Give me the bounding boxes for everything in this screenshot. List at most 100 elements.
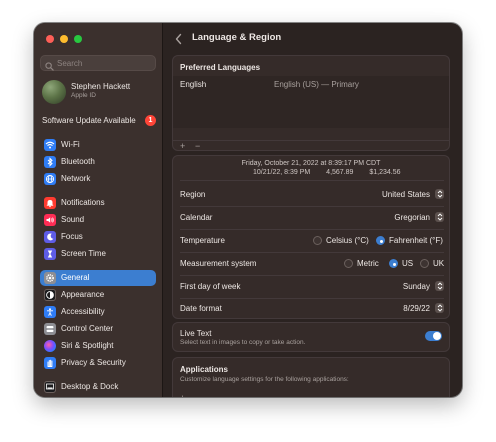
accessibility-icon	[44, 306, 56, 318]
sidebar-item-label: Sound	[61, 215, 85, 224]
celsius-option[interactable]: Celsius (°C)	[313, 235, 369, 246]
sidebar-item-label: Focus	[61, 232, 83, 241]
fahrenheit-label: Fahrenheit (°F)	[389, 236, 443, 245]
applications-heading: Applications	[180, 365, 229, 374]
apple-id-profile[interactable]: Stephen Hackett Apple ID	[42, 80, 158, 104]
first-day-popup-chevron-icon[interactable]	[435, 281, 444, 291]
language-list: English English (US) — Primary	[173, 76, 449, 128]
hourglass-icon	[44, 248, 56, 260]
remove-application-button[interactable]: −	[195, 393, 200, 397]
minimize-button[interactable]	[60, 35, 68, 43]
uk-option[interactable]: UK	[420, 258, 444, 269]
first-day-row[interactable]: First day of week Sunday	[180, 276, 444, 298]
calendar-label: Calendar	[180, 213, 213, 222]
format-preview-number: 4,567.89	[326, 169, 354, 176]
calendar-popup-chevron-icon[interactable]	[435, 212, 444, 222]
zoom-button[interactable]	[74, 35, 82, 43]
search-input[interactable]	[57, 56, 153, 70]
fahrenheit-radio[interactable]	[376, 236, 385, 245]
live-text-toggle[interactable]	[425, 331, 442, 341]
window-controls	[46, 35, 82, 43]
sidebar-item-wifi[interactable]: Wi-Fi	[40, 137, 156, 153]
sidebar-item-desktop-dock[interactable]: Desktop & Dock	[40, 379, 156, 395]
sidebar-item-appearance[interactable]: Appearance	[40, 287, 156, 303]
uk-radio[interactable]	[420, 259, 429, 268]
sidebar-item-screen-time[interactable]: Screen Time	[40, 246, 156, 262]
region-settings-group: Friday, October 21, 2022 at 8:39:17 PM C…	[172, 155, 450, 319]
bluetooth-icon	[44, 156, 56, 168]
date-format-row[interactable]: Date format 8/29/22	[180, 298, 444, 320]
sidebar-item-label: Desktop & Dock	[61, 382, 119, 391]
back-chevron-icon[interactable]	[174, 32, 184, 45]
sidebar-item-label: Siri & Spotlight	[61, 341, 114, 350]
sidebar-item-label: Accessibility	[61, 307, 105, 316]
close-button[interactable]	[46, 35, 54, 43]
control-center-icon	[44, 323, 56, 335]
language-name: English	[180, 80, 207, 89]
sidebar-item-notifications[interactable]: Notifications	[40, 195, 156, 211]
date-format-popup-chevron-icon[interactable]	[435, 303, 444, 313]
calendar-value: Gregorian	[394, 213, 430, 222]
sidebar-item-sound[interactable]: Sound	[40, 212, 156, 228]
sidebar-item-control-center[interactable]: Control Center	[40, 321, 156, 337]
add-language-button[interactable]: +	[180, 141, 185, 151]
sidebar-item-bluetooth[interactable]: Bluetooth	[40, 154, 156, 170]
region-popup-chevron-icon[interactable]	[435, 189, 444, 199]
bell-icon	[44, 197, 56, 209]
remove-language-button[interactable]: −	[195, 141, 200, 151]
celsius-label: Celsius (°C)	[326, 236, 369, 245]
speaker-icon	[44, 214, 56, 226]
region-row[interactable]: Region United States	[180, 184, 444, 206]
applications-description: Customize language settings for the foll…	[180, 376, 349, 383]
toggle-knob	[433, 332, 441, 340]
preferred-languages-heading: Preferred Languages	[180, 63, 261, 72]
applications-group: Applications Customize language settings…	[172, 357, 450, 397]
us-option[interactable]: US	[389, 258, 413, 269]
measurement-row: Measurement system Metric US UK	[180, 253, 444, 275]
region-value: United States	[381, 190, 430, 199]
region-label: Region	[180, 190, 206, 199]
us-radio[interactable]	[389, 259, 398, 268]
metric-option[interactable]: Metric	[344, 258, 379, 269]
sidebar: Stephen Hackett Apple ID Software Update…	[34, 23, 163, 397]
sidebar-item-accessibility[interactable]: Accessibility	[40, 304, 156, 320]
metric-radio[interactable]	[344, 259, 353, 268]
format-preview-values: 10/21/22, 8:39 PM 4,567.89 $1,234.56	[253, 169, 433, 176]
moon-icon	[44, 231, 56, 243]
software-update-item[interactable]: Software Update Available 1	[42, 115, 156, 127]
fahrenheit-option[interactable]: Fahrenheit (°F)	[376, 235, 443, 246]
language-row[interactable]: English English (US) — Primary	[180, 80, 444, 92]
gear-icon	[44, 272, 56, 284]
search-icon	[45, 58, 54, 76]
siri-icon	[44, 340, 56, 352]
sidebar-item-label: Screen Time	[61, 249, 106, 258]
sidebar-item-general[interactable]: General	[40, 270, 156, 286]
live-text-description: Select text in images to copy or take ac…	[180, 339, 306, 346]
software-update-label: Software Update Available	[42, 116, 136, 125]
search-field[interactable]	[40, 55, 156, 71]
calendar-row[interactable]: Calendar Gregorian	[180, 207, 444, 229]
add-application-button[interactable]: +	[180, 393, 185, 397]
applications-list-controls: + −	[173, 393, 449, 397]
profile-subtitle: Apple ID	[71, 92, 96, 99]
format-preview-currency: $1,234.56	[369, 169, 401, 176]
settings-window: Stephen Hackett Apple ID Software Update…	[34, 23, 462, 397]
sidebar-item-privacy-security[interactable]: Privacy & Security	[40, 355, 156, 371]
live-text-group: Live Text Select text in images to copy …	[172, 322, 450, 352]
sidebar-item-siri-spotlight[interactable]: Siri & Spotlight	[40, 338, 156, 354]
globe-icon	[44, 173, 56, 185]
sidebar-item-label: Network	[61, 174, 91, 183]
temperature-row: Temperature Celsius (°C) Fahrenheit (°F)	[180, 230, 444, 252]
appearance-icon	[44, 289, 56, 301]
sidebar-item-focus[interactable]: Focus	[40, 229, 156, 245]
main-pane: Language & Region Preferred Languages En…	[163, 23, 462, 397]
us-label: US	[402, 259, 414, 268]
update-badge: 1	[145, 115, 156, 126]
sidebar-item-network[interactable]: Network	[40, 171, 156, 187]
celsius-radio[interactable]	[313, 236, 322, 245]
hand-icon	[44, 357, 56, 369]
profile-name: Stephen Hackett	[71, 82, 131, 91]
avatar	[42, 80, 66, 104]
format-preview-short-date: 10/21/22, 8:39 PM	[253, 169, 311, 176]
date-format-value: 8/29/22	[403, 304, 430, 313]
